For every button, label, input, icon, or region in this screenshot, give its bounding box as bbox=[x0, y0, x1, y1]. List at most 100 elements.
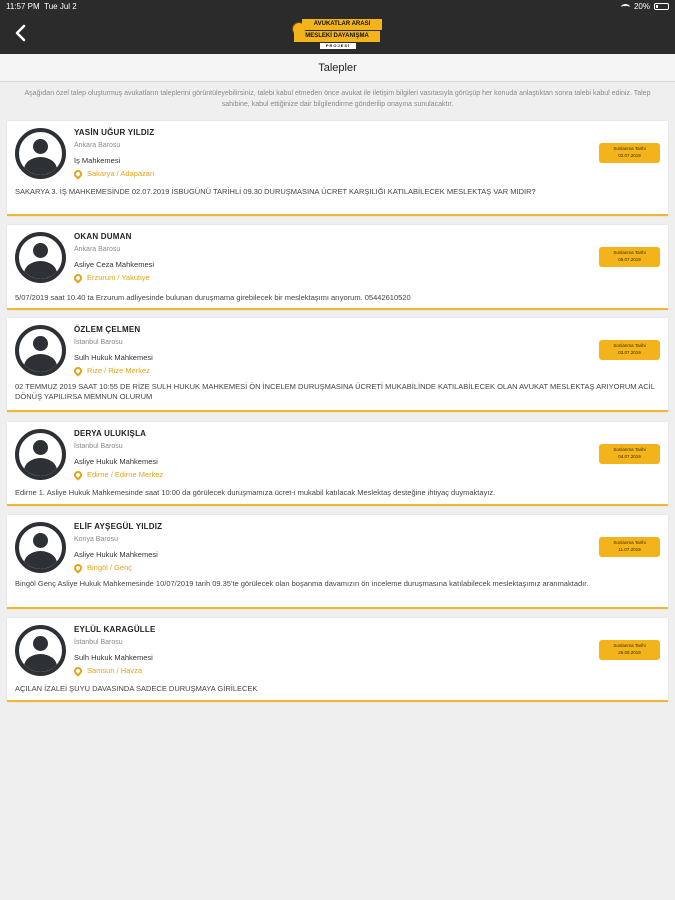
location: Rize / Rize Merkez bbox=[72, 364, 150, 377]
wifi-icon bbox=[620, 3, 630, 10]
lawyer-name: EYLÜL KARAGÜLLE bbox=[74, 625, 156, 634]
location: Samsun / Havza bbox=[72, 664, 143, 677]
deadline-badge: Sonlanma Tarihi 11.07.2019 bbox=[599, 537, 660, 557]
location: Bingöl / Genç bbox=[72, 561, 133, 574]
app-logo: AVUKATLAR ARASI MESLEKİ DAYANIŞMA PROJES… bbox=[290, 16, 385, 51]
location-pin-icon bbox=[72, 364, 84, 377]
deadline-date: 26.09.2019 bbox=[618, 650, 641, 655]
bar-association: Konya Barosu bbox=[74, 536, 118, 543]
request-card[interactable]: ÖZLEM ÇELMEN İstanbul Barosu Sulh Hukuk Ma… bbox=[7, 318, 668, 412]
location: Edirne / Edirne Merkez bbox=[72, 468, 164, 481]
request-description: Edirne 1. Asliye Hukuk Mahkemesinde saat… bbox=[15, 488, 496, 497]
avatar-head bbox=[33, 243, 48, 258]
bar-association: İstanbul Barosu bbox=[74, 443, 123, 450]
deadline-label: Sonlanma Tarihi bbox=[613, 540, 646, 545]
court-name: Asliye Hukuk Mahkemesi bbox=[74, 550, 158, 559]
avatar-body bbox=[24, 551, 57, 569]
avatar-head bbox=[33, 533, 48, 548]
location-text: Edirne / Edirne Merkez bbox=[87, 470, 164, 479]
location-text: Bingöl / Genç bbox=[87, 563, 133, 572]
avatar-body bbox=[24, 354, 57, 372]
court-name: İş Mahkemesi bbox=[74, 156, 121, 165]
request-card[interactable]: OKAN DUMAN Ankara Barosu Asliye Ceza Mahke… bbox=[7, 225, 668, 310]
avatar bbox=[15, 522, 66, 573]
lawyer-name: ÖZLEM ÇELMEN bbox=[74, 325, 141, 334]
request-description: 02 TEMMUZ 2019 SAAT 10:55 DE RİZE SULH H… bbox=[15, 382, 655, 401]
battery-icon bbox=[654, 3, 669, 10]
lawyer-name: OKAN DUMAN bbox=[74, 232, 132, 241]
deadline-label: Sonlanma Tarihi bbox=[613, 643, 646, 648]
location-pin-icon bbox=[72, 271, 84, 284]
avatar bbox=[15, 128, 66, 179]
request-description: Bingöl Genç Asliye Hukuk Mahkemesinde 10… bbox=[15, 579, 589, 588]
request-card[interactable]: ELİF AYŞEGÜL YILDIZ Konya Barosu Asliye Hu… bbox=[7, 515, 668, 609]
location-pin-icon bbox=[72, 167, 84, 180]
location-text: Erzurum / Yakutiye bbox=[87, 273, 150, 282]
status-bar: 11:57 PM Tue Jul 2 20% bbox=[0, 0, 675, 14]
avatar bbox=[15, 232, 66, 283]
deadline-label: Sonlanma Tarihi bbox=[613, 146, 646, 151]
request-description: 5/07/2019 saat 10.40 ta Erzurum adliyesi… bbox=[15, 293, 411, 302]
avatar-head bbox=[33, 440, 48, 455]
deadline-label: Sonlanma Tarihi bbox=[613, 250, 646, 255]
status-time-text: 11:57 PM bbox=[6, 2, 40, 11]
court-name: Asliye Hukuk Mahkemesi bbox=[74, 457, 158, 466]
deadline-date: 04.07.2019 bbox=[618, 454, 641, 459]
avatar-head bbox=[33, 139, 48, 154]
deadline-badge: Sonlanma Tarihi 03.07.2019 bbox=[599, 340, 660, 360]
request-card[interactable]: EYLÜL KARAGÜLLE İstanbul Barosu Sulh Hukuk… bbox=[7, 618, 668, 702]
bar-association: Ankara Barosu bbox=[74, 246, 121, 253]
court-name: Sulh Hukuk Mahkemesi bbox=[74, 653, 153, 662]
request-description: AÇILAN İZALEİ ŞUYU DAVASINDA SADECE DURU… bbox=[15, 684, 258, 693]
deadline-date: 02.07.2019 bbox=[618, 153, 641, 158]
page-title: Talepler bbox=[0, 54, 675, 82]
deadline-date: 11.07.2019 bbox=[618, 547, 641, 552]
nav-bar: AVUKATLAR ARASI MESLEKİ DAYANIŞMA PROJES… bbox=[0, 14, 675, 54]
avatar-head bbox=[33, 636, 48, 651]
court-name: Sulh Hukuk Mahkemesi bbox=[74, 353, 153, 362]
request-description: SAKARYA 3. İŞ MAHKEMESİNDE 02.07.2019 İS… bbox=[15, 187, 536, 196]
deadline-date: 05.07.2019 bbox=[618, 257, 641, 262]
deadline-badge: Sonlanma Tarihi 04.07.2019 bbox=[599, 444, 660, 464]
bar-association: İstanbul Barosu bbox=[74, 639, 123, 646]
deadline-label: Sonlanma Tarihi bbox=[613, 343, 646, 348]
location-pin-icon bbox=[72, 561, 84, 574]
avatar bbox=[15, 325, 66, 376]
location: Sakarya / Adapazarı bbox=[72, 167, 155, 180]
avatar-body bbox=[24, 157, 57, 175]
status-date: Tue Jul 2 bbox=[44, 2, 77, 11]
request-card[interactable]: YASİN UĞUR YILDIZ Ankara Barosu İş Mahkeme… bbox=[7, 121, 668, 216]
logo-line3: PROJESİ bbox=[320, 43, 356, 49]
back-arrow-icon[interactable] bbox=[10, 22, 32, 44]
avatar-body bbox=[24, 458, 57, 476]
status-time: 11:57 PM Tue Jul 2 bbox=[6, 2, 77, 11]
location-pin-icon bbox=[72, 468, 84, 481]
deadline-badge: Sonlanma Tarihi 26.09.2019 bbox=[599, 640, 660, 660]
lawyer-name: YASİN UĞUR YILDIZ bbox=[74, 128, 155, 137]
avatar bbox=[15, 625, 66, 676]
logo-line2: MESLEKİ DAYANIŞMA bbox=[294, 31, 380, 42]
deadline-label: Sonlanma Tarihi bbox=[613, 447, 646, 452]
avatar-body bbox=[24, 261, 57, 279]
court-name: Asliye Ceza Mahkemesi bbox=[74, 260, 155, 269]
location-text: Rize / Rize Merkez bbox=[87, 366, 150, 375]
logo-line1: AVUKATLAR ARASI bbox=[302, 19, 382, 30]
lawyer-name: DERYA ULUKIŞLA bbox=[74, 429, 147, 438]
location-text: Sakarya / Adapazarı bbox=[87, 169, 155, 178]
location-text: Samsun / Havza bbox=[87, 666, 143, 675]
deadline-badge: Sonlanma Tarihi 05.07.2019 bbox=[599, 247, 660, 267]
avatar bbox=[15, 429, 66, 480]
request-card[interactable]: DERYA ULUKIŞLA İstanbul Barosu Asliye Huku… bbox=[7, 422, 668, 506]
deadline-badge: Sonlanma Tarihi 02.07.2019 bbox=[599, 143, 660, 163]
bar-association: Ankara Barosu bbox=[74, 142, 121, 149]
status-right: 20% bbox=[620, 2, 669, 11]
battery-percent: 20% bbox=[633, 2, 650, 11]
avatar-body bbox=[24, 654, 57, 672]
info-text: Aşağıdan özel talep oluşturmuş avukatlar… bbox=[24, 90, 651, 108]
avatar-head bbox=[33, 336, 48, 351]
bar-association: İstanbul Barosu bbox=[74, 339, 123, 346]
deadline-date: 03.07.2019 bbox=[618, 350, 641, 355]
lawyer-name: ELİF AYŞEGÜL YILDIZ bbox=[74, 522, 163, 531]
location: Erzurum / Yakutiye bbox=[72, 271, 150, 284]
location-pin-icon bbox=[72, 664, 84, 677]
